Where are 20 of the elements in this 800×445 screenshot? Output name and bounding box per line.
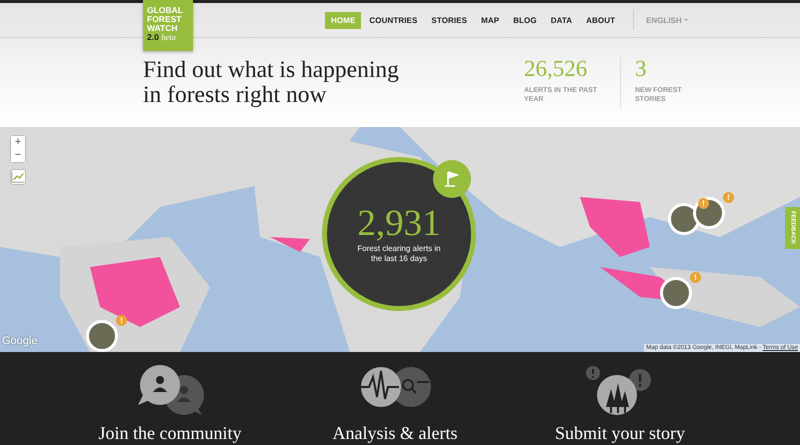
headline: Find out what is happening in forests right now — [143, 58, 400, 108]
nav-link[interactable]: BLOG — [507, 12, 543, 28]
nav-link[interactable]: MAP — [475, 12, 506, 28]
caret-icon — [684, 19, 688, 23]
feature-title[interactable]: Analysis & alerts — [332, 423, 458, 443]
nav-link[interactable]: STORIES — [425, 12, 474, 28]
nav-link[interactable]: COUNTRIES — [363, 12, 424, 28]
alert-count: 2,931 — [357, 204, 441, 244]
stat-value: 26,526 — [524, 56, 588, 82]
stat-value: 3 — [635, 56, 648, 82]
alert-caption: Forest clearing alerts in the last 16 days — [356, 244, 442, 264]
feature-title[interactable]: Join the community — [98, 423, 242, 443]
logo[interactable]: GLOBAL FOREST WATCH 2.0 beta — [143, 0, 193, 51]
line-chart-icon — [11, 170, 25, 184]
flag-icon — [444, 170, 460, 188]
google-logo: Google — [2, 335, 38, 347]
chart-button[interactable] — [10, 169, 26, 185]
feature-title[interactable]: Submit your story — [554, 423, 685, 443]
nav-link[interactable]: ABOUT — [580, 12, 622, 28]
nav-link[interactable]: DATA — [544, 12, 578, 28]
